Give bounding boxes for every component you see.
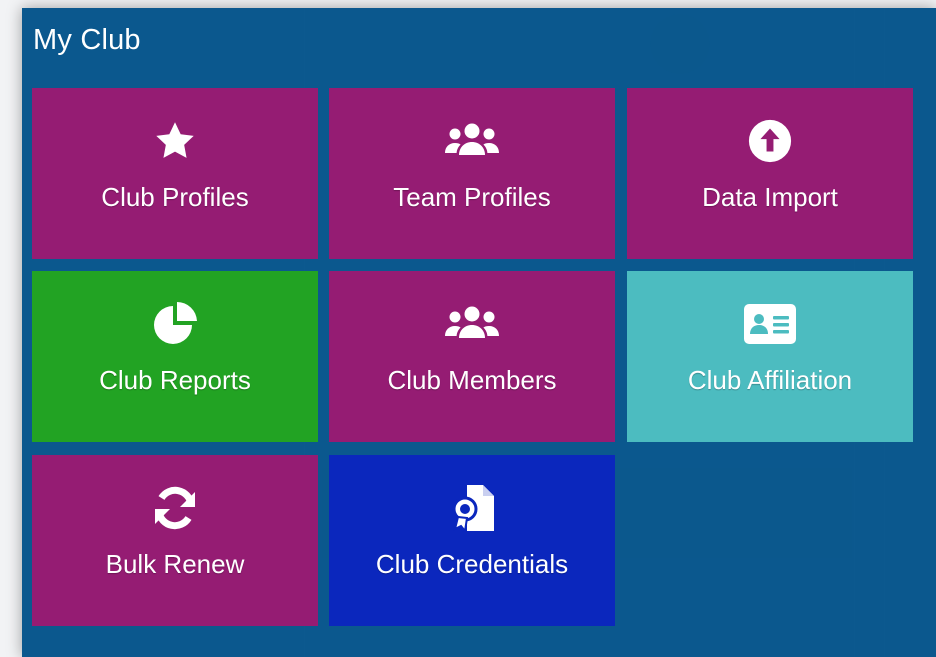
tile-data-import[interactable]: Data Import: [627, 88, 913, 259]
tile-club-credentials[interactable]: Club Credentials: [329, 455, 615, 626]
users-icon: [443, 118, 501, 164]
upload-circle-icon: [747, 118, 793, 164]
tile-club-profiles[interactable]: Club Profiles: [32, 88, 318, 259]
star-icon: [153, 118, 197, 164]
tile-club-reports[interactable]: Club Reports: [32, 271, 318, 442]
tile-label: Club Credentials: [375, 549, 569, 579]
tile-label: Club Members: [387, 365, 557, 395]
tile-club-affiliation[interactable]: Club Affiliation: [627, 271, 913, 442]
panel-title: My Club: [33, 24, 141, 56]
users-icon: [443, 301, 501, 347]
tile-label: Team Profiles: [393, 182, 551, 212]
tile-club-members[interactable]: Club Members: [329, 271, 615, 442]
tile-label: Bulk Renew: [105, 549, 245, 579]
id-card-icon: [743, 301, 797, 347]
tile-label: Club Profiles: [101, 182, 249, 212]
tile-label: Club Reports: [99, 365, 251, 395]
tile-bulk-renew[interactable]: Bulk Renew: [32, 455, 318, 626]
certificate-document-icon: [447, 485, 497, 533]
tile-team-profiles[interactable]: Team Profiles: [329, 88, 615, 259]
tile-label: Data Import: [702, 182, 838, 212]
pie-chart-icon: [151, 301, 199, 347]
refresh-icon: [151, 485, 199, 531]
my-club-panel: My Club Club Profiles Team Profiles Data…: [22, 8, 936, 657]
tile-label: Club Affiliation: [687, 365, 853, 395]
